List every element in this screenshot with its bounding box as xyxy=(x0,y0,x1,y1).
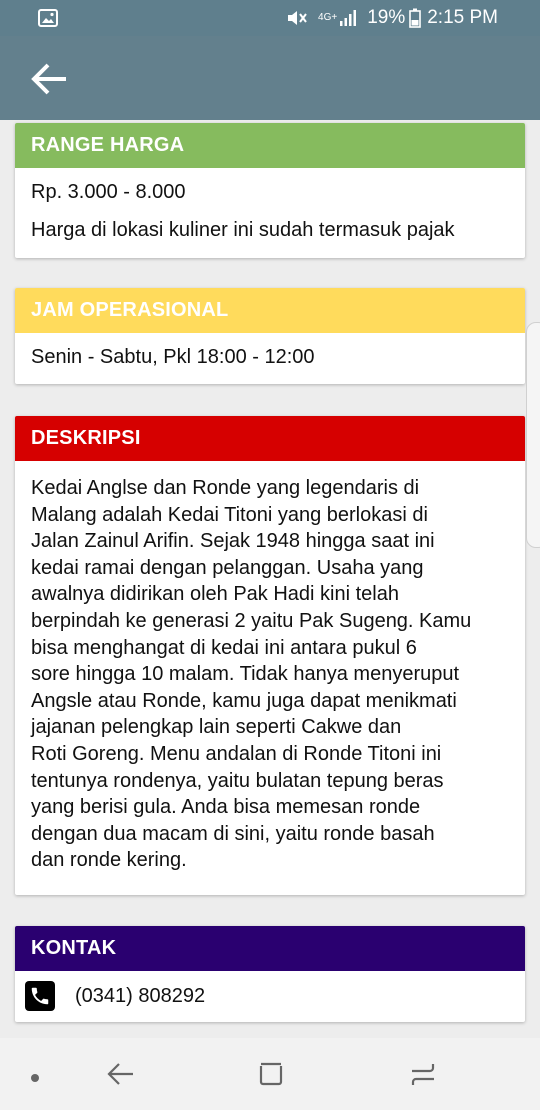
description-header: DESKRIPSI xyxy=(15,416,525,461)
description-line: Roti Goreng. Menu andalan di Ronde Titon… xyxy=(31,742,442,765)
signal-icon xyxy=(340,10,357,26)
recent-apps-icon[interactable] xyxy=(257,1060,285,1093)
network-indicator: 4G+ xyxy=(318,10,357,26)
opening-hours-header: JAM OPERASIONAL xyxy=(15,288,525,333)
battery-icon xyxy=(409,8,422,28)
clock: 2:15 PM xyxy=(427,7,498,28)
description-text: Kedai Anglse dan Ronde yang legendaris d… xyxy=(15,461,525,874)
description-line: Angsle atau Ronde, kamu juga dapat menik… xyxy=(31,689,457,712)
back-button[interactable] xyxy=(26,58,74,100)
description-line: awalnya didirikan oleh Pak Hadi kini tel… xyxy=(31,583,399,606)
contact-header: KONTAK xyxy=(15,926,525,971)
phone-row[interactable]: (0341) 808292 xyxy=(15,971,525,1011)
arrow-left-icon xyxy=(31,63,66,95)
description-line: jajanan pelengkap lain seperti Cakwe dan xyxy=(31,716,402,739)
opening-hours-card: JAM OPERASIONAL Senin - Sabtu, Pkl 18:00… xyxy=(15,288,525,384)
description-card: DESKRIPSI Kedai Anglse dan Ronde yang le… xyxy=(15,416,525,895)
price-tax-note: Harga di lokasi kuliner ini sudah termas… xyxy=(31,219,455,241)
opening-hours-value: Senin - Sabtu, Pkl 18:00 - 12:00 xyxy=(31,346,315,368)
description-line: bisa menghangat di kedai ini antara puku… xyxy=(31,636,417,659)
description-line: tentunya rondenya, yaitu bulatan tepung … xyxy=(31,769,444,792)
phone-number[interactable]: (0341) 808292 xyxy=(75,985,205,1008)
status-bar: 4G+ 19% 2:15 PM xyxy=(0,0,540,36)
price-range-value: Rp. 3.000 - 8.000 xyxy=(31,181,186,203)
description-line: kedai ramai dengan pelanggan. Usaha yang xyxy=(31,556,424,579)
price-range-card: RANGE HARGA Rp. 3.000 - 8.000 Harga di l… xyxy=(15,123,525,258)
description-line: berpindah ke generasi 2 yaitu Pak Sugeng… xyxy=(31,609,472,632)
switch-icon[interactable] xyxy=(408,1060,438,1093)
phone-icon xyxy=(25,981,55,1011)
navigation-bar xyxy=(0,1038,540,1110)
battery-percent: 19% xyxy=(367,7,406,28)
scroll-handle[interactable] xyxy=(526,322,540,548)
image-icon xyxy=(38,9,58,32)
description-line: dan ronde kering. xyxy=(31,849,187,872)
description-line: Malang adalah Kedai Titoni yang berlokas… xyxy=(31,503,428,526)
mute-icon xyxy=(286,8,308,28)
description-line: sore hingga 10 malam. Tidak hanya menyer… xyxy=(31,663,460,686)
description-line: dengan dua macam di sini, yaitu ronde ba… xyxy=(31,822,435,845)
back-icon[interactable] xyxy=(106,1060,136,1093)
description-line: yang berisi gula. Anda bisa memesan rond… xyxy=(31,796,421,819)
price-range-header: RANGE HARGA xyxy=(15,123,525,168)
description-line: Jalan Zainul Arifin. Sejak 1948 hingga s… xyxy=(31,530,435,553)
app-bar xyxy=(0,36,540,120)
contact-card: KONTAK (0341) 808292 xyxy=(15,926,525,1022)
description-line: Kedai Anglse dan Ronde yang legendaris d… xyxy=(31,477,420,499)
dot-icon[interactable] xyxy=(30,1070,40,1088)
